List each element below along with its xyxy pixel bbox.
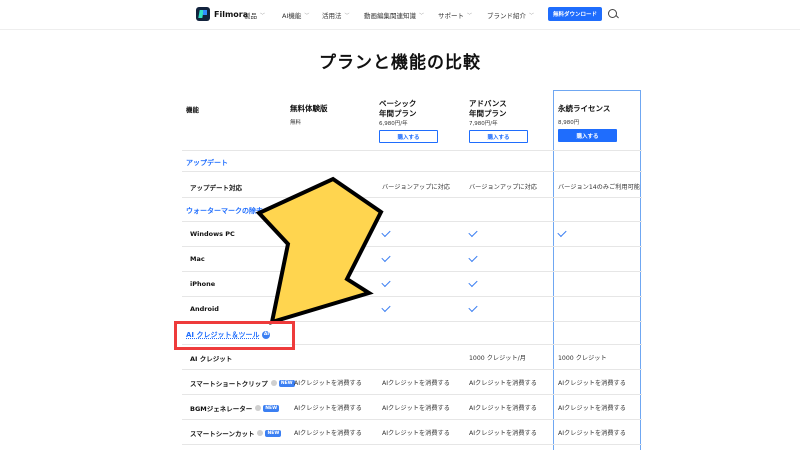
cell-bgm-basic: AIクレジットを消費する bbox=[382, 405, 450, 412]
row-label-windows: Windows PC bbox=[190, 230, 235, 238]
row-divider bbox=[182, 394, 642, 395]
check-icon bbox=[468, 252, 478, 263]
feature-column-header: 機能 bbox=[186, 106, 199, 114]
cell-ai-credit-advance: 1000 クレジット/月 bbox=[469, 355, 526, 362]
nav-item-usage[interactable]: 活用法 ﹀ bbox=[322, 10, 350, 20]
row-label-android: Android bbox=[190, 305, 219, 313]
new-badge: NEW bbox=[263, 404, 280, 412]
cell-smart-scene-free: AIクレジットを消費する bbox=[294, 430, 362, 437]
plan-price-advance: 7,980円/年 bbox=[469, 121, 498, 127]
help-icon[interactable] bbox=[270, 380, 277, 386]
search-icon[interactable] bbox=[608, 9, 617, 18]
buy-button-perpetual[interactable]: 購入する bbox=[558, 129, 617, 142]
plan-name-perpetual: 永続ライセンス bbox=[558, 104, 611, 113]
plan-price-perpetual: 8,980円 bbox=[558, 120, 580, 126]
check-icon bbox=[468, 277, 478, 288]
nav-item-ai[interactable]: AI機能 ﹀ bbox=[282, 10, 309, 20]
perpetual-column-highlight bbox=[553, 90, 641, 450]
nav-label: サポート bbox=[438, 12, 464, 20]
logo[interactable]: Filmora bbox=[196, 7, 248, 21]
row-label-ai-credit: AI クレジット bbox=[190, 355, 233, 363]
row-label-update: アップデート対応 bbox=[190, 184, 242, 192]
chevron-down-icon: ﹀ bbox=[467, 12, 473, 19]
plan-name-advance: アドバンス bbox=[469, 99, 507, 108]
cell-smart-scene-perpetual: AIクレジットを消費する bbox=[558, 430, 626, 437]
row-divider bbox=[182, 221, 642, 222]
row-label-text: スマートショートクリップ bbox=[190, 380, 268, 388]
check-icon bbox=[381, 277, 391, 288]
row-divider bbox=[182, 246, 642, 247]
cell-smart-short-perpetual: AIクレジットを消費する bbox=[558, 380, 626, 387]
nav-item-knowledge[interactable]: 動画編集関連知識 ﹀ bbox=[364, 10, 424, 20]
row-label-text: BGMジェネレーター bbox=[190, 405, 253, 413]
site-header: Filmora 製品 ﹀ AI機能 ﹀ 活用法 ﹀ 動画編集関連知識 ﹀ サポート ﹀ ブ… bbox=[0, 0, 800, 30]
cell-update-basic: バージョンアップに対応 bbox=[382, 184, 450, 191]
check-icon bbox=[381, 252, 391, 263]
nav-label: ブランド紹介 bbox=[487, 12, 526, 20]
help-icon[interactable] bbox=[255, 405, 262, 411]
logo-text: Filmora bbox=[214, 9, 249, 19]
row-label-text: スマートシーンカット bbox=[190, 430, 255, 438]
check-icon bbox=[381, 302, 391, 313]
row-divider bbox=[182, 271, 642, 272]
nav-item-products[interactable]: 製品 ﹀ bbox=[244, 10, 265, 20]
annotation-highlight-box bbox=[174, 321, 295, 350]
row-label-bgm: BGMジェネレーター NEW bbox=[190, 403, 280, 413]
section-title-watermark: ウォーターマークの除去 bbox=[186, 207, 263, 215]
chevron-down-icon: ﹀ bbox=[529, 12, 535, 19]
cell-update-advance: バージョンアップに対応 bbox=[469, 184, 537, 191]
row-divider bbox=[182, 444, 642, 445]
cell-smart-scene-advance: AIクレジットを消費する bbox=[469, 430, 537, 437]
page-title: プランと機能の比較 bbox=[319, 53, 481, 73]
cell-smart-scene-basic: AIクレジットを消費する bbox=[382, 430, 450, 437]
row-label-iphone: iPhone bbox=[190, 280, 216, 288]
plan-price-basic: 6,980円/年 bbox=[379, 121, 408, 127]
chevron-down-icon: ﹀ bbox=[260, 12, 266, 19]
nav-label: 活用法 bbox=[322, 12, 342, 20]
check-icon bbox=[468, 227, 478, 238]
cell-smart-short-free: AIクレジットを消費する bbox=[294, 380, 362, 387]
chevron-down-icon: ﹀ bbox=[419, 12, 425, 19]
row-divider bbox=[182, 197, 642, 198]
new-badge: NEW bbox=[265, 429, 282, 437]
buy-button-basic[interactable]: 購入する bbox=[379, 130, 438, 143]
cell-bgm-advance: AIクレジットを消費する bbox=[469, 405, 537, 412]
plan-name-free: 無料体験版 bbox=[290, 104, 328, 113]
chevron-down-icon: ﹀ bbox=[304, 12, 310, 19]
check-icon bbox=[468, 302, 478, 313]
nav-label: AI機能 bbox=[282, 12, 302, 20]
plan-name-basic: ベーシック bbox=[379, 99, 417, 108]
plan-subname-advance: 年間プラン bbox=[469, 109, 507, 118]
plan-subname-basic: 年間プラン bbox=[379, 109, 417, 118]
plan-price-free: 無料 bbox=[290, 120, 302, 126]
free-download-button[interactable]: 無料ダウンロード bbox=[548, 7, 602, 21]
nav-label: 製品 bbox=[244, 12, 257, 20]
chevron-down-icon: ﹀ bbox=[344, 12, 350, 19]
row-label-smart-scene: スマートシーンカット NEW bbox=[190, 428, 282, 438]
cell-bgm-perpetual: AIクレジットを消費する bbox=[558, 405, 626, 412]
row-label-mac: Mac bbox=[190, 255, 205, 263]
filmora-logo-icon bbox=[196, 7, 210, 21]
row-divider bbox=[182, 296, 642, 297]
section-title-update: アップデート bbox=[186, 159, 228, 167]
cell-smart-short-advance: AIクレジットを消費する bbox=[469, 380, 537, 387]
row-divider bbox=[182, 150, 642, 151]
nav-item-support[interactable]: サポート ﹀ bbox=[438, 10, 472, 20]
row-divider bbox=[182, 419, 642, 420]
buy-button-advance[interactable]: 購入する bbox=[469, 130, 528, 143]
row-label-smart-short: スマートショートクリップ NEW bbox=[190, 378, 295, 388]
cell-update-perpetual: バージョン14のみご利用可能 bbox=[558, 184, 640, 191]
nav-item-brand[interactable]: ブランド紹介 ﹀ bbox=[487, 10, 534, 20]
nav-label: 動画編集関連知識 bbox=[364, 12, 416, 20]
row-divider bbox=[182, 369, 642, 370]
cell-smart-short-basic: AIクレジットを消費する bbox=[382, 380, 450, 387]
annotation-arrow-shape bbox=[255, 176, 384, 325]
help-icon[interactable] bbox=[257, 430, 264, 436]
new-badge: NEW bbox=[278, 379, 295, 387]
cell-ai-credit-perpetual: 1000 クレジット bbox=[558, 355, 607, 362]
row-divider bbox=[182, 171, 642, 172]
cell-bgm-free: AIクレジットを消費する bbox=[294, 405, 362, 412]
check-icon bbox=[381, 227, 391, 238]
